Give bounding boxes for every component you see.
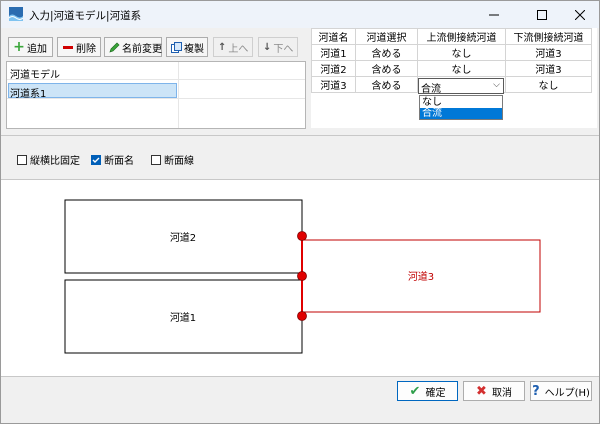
rename-button[interactable]: 名前変更 [104, 37, 162, 57]
dialog-window: 入力|河道モデル|河道系 + 追加 削除 名前変更 複製 ↑ 上へ ↓ 下へ 河… [0, 0, 600, 424]
table-cell[interactable]: 河道1 [311, 44, 356, 61]
rename-label: 名前変更 [122, 43, 162, 55]
add-button[interactable]: + 追加 [8, 37, 53, 57]
dropdown-option[interactable]: なし [420, 97, 502, 108]
node-point[interactable] [297, 271, 307, 281]
table-cell[interactable]: 含める [355, 44, 418, 61]
minimize-icon [489, 14, 499, 15]
table-cell[interactable]: 河道3 [505, 44, 592, 61]
app-icon [9, 7, 23, 21]
cancel-label: 取消 [491, 387, 512, 399]
combo-dropdown-list[interactable]: なし 合流 [419, 95, 503, 120]
node-point[interactable] [297, 311, 307, 321]
table-row: 河道1 含める なし 河道3 [311, 44, 592, 61]
chevron-down-icon: ⌵ [493, 80, 500, 90]
checkbox-unchecked-icon [17, 154, 27, 165]
column-header[interactable]: 河道名 [311, 28, 356, 45]
move-down-label: 下へ [273, 43, 294, 55]
delete-button[interactable]: 削除 [57, 37, 101, 57]
column-header[interactable]: 河道選択 [355, 28, 418, 45]
section-divider [1, 135, 599, 136]
river-diagram: 河道2 河道1 河道3 [64, 199, 541, 354]
maximize-icon [537, 9, 547, 20]
list-item-selected[interactable]: 河道系1 [7, 83, 305, 100]
cancel-button[interactable]: ✖ 取消 [463, 381, 525, 401]
table-cell[interactable]: 河道2 [311, 60, 356, 77]
section-line-label: 断面線 [164, 156, 194, 167]
table-cell[interactable]: 河道3 [311, 76, 356, 93]
arrow-up-icon: ↑ [218, 41, 227, 53]
close-button[interactable] [557, 1, 599, 28]
help-label: ヘルプ(H) [544, 387, 590, 399]
minus-icon [62, 41, 74, 53]
copy-icon [171, 41, 182, 53]
table-row: 河道2 含める なし 河道3 [311, 60, 592, 77]
arrow-down-icon: ↓ [263, 41, 272, 53]
table-cell[interactable]: なし [417, 44, 506, 61]
river-3-label: 河道3 [408, 270, 434, 283]
list-item-label: 河道系1 [10, 89, 47, 100]
ok-label: 確定 [425, 387, 446, 399]
list-item[interactable]: 河道モデル [7, 64, 305, 81]
ok-button[interactable]: ✔ 確定 [397, 381, 458, 401]
checkbox-unchecked-icon [151, 154, 161, 165]
section-line-checkbox[interactable]: 断面線 [151, 152, 194, 167]
diagram-canvas[interactable]: 河道2 河道1 河道3 [1, 179, 599, 377]
delete-label: 削除 [76, 43, 96, 55]
upstream-combo[interactable]: 合流 ⌵ [418, 78, 504, 95]
help-button[interactable]: ? ヘルプ(H) [530, 381, 592, 401]
dropdown-option-highlighted[interactable]: 合流 [420, 108, 502, 119]
river-2-label: 河道2 [170, 231, 196, 244]
combo-value: 合流 [421, 84, 441, 95]
minimize-button[interactable] [471, 1, 517, 28]
fix-aspect-label: 縦横比固定 [30, 156, 80, 167]
checkbox-checked-icon [91, 154, 101, 165]
column-header[interactable]: 上流側接続河道 [417, 28, 506, 45]
close-icon [575, 9, 585, 20]
plus-icon: + [13, 39, 25, 55]
question-icon: ? [532, 383, 540, 399]
duplicate-button[interactable]: 複製 [166, 37, 208, 57]
model-list[interactable]: 河道モデル 河道系1 [6, 61, 306, 129]
move-up-button[interactable]: ↑ 上へ [213, 37, 253, 57]
node-point[interactable] [297, 231, 307, 241]
table-cell[interactable]: 河道3 [505, 60, 592, 77]
add-label: 追加 [27, 43, 47, 55]
table-header-row: 河道名 河道選択 上流側接続河道 下流側接続河道 [311, 28, 592, 45]
section-name-label: 断面名 [104, 156, 134, 167]
table-cell[interactable]: なし [505, 76, 592, 93]
checkmark-icon: ✔ [409, 383, 421, 399]
river-1-label: 河道1 [170, 311, 196, 324]
table-cell[interactable]: なし [417, 60, 506, 77]
move-up-label: 上へ [228, 43, 249, 55]
column-header[interactable]: 下流側接続河道 [505, 28, 592, 45]
duplicate-label: 複製 [184, 43, 204, 55]
move-down-button[interactable]: ↓ 下へ [258, 37, 298, 57]
cross-icon: ✖ [476, 383, 487, 399]
table-cell[interactable]: 含める [355, 76, 418, 93]
pencil-icon [109, 41, 120, 53]
section-name-checkbox[interactable]: 断面名 [91, 152, 134, 167]
fix-aspect-checkbox[interactable]: 縦横比固定 [17, 152, 80, 167]
title-bar: 入力|河道モデル|河道系 [1, 1, 599, 28]
table-cell[interactable]: 含める [355, 60, 418, 77]
list-item-label: 河道モデル [10, 70, 60, 81]
window-title: 入力|河道モデル|河道系 [29, 10, 142, 22]
